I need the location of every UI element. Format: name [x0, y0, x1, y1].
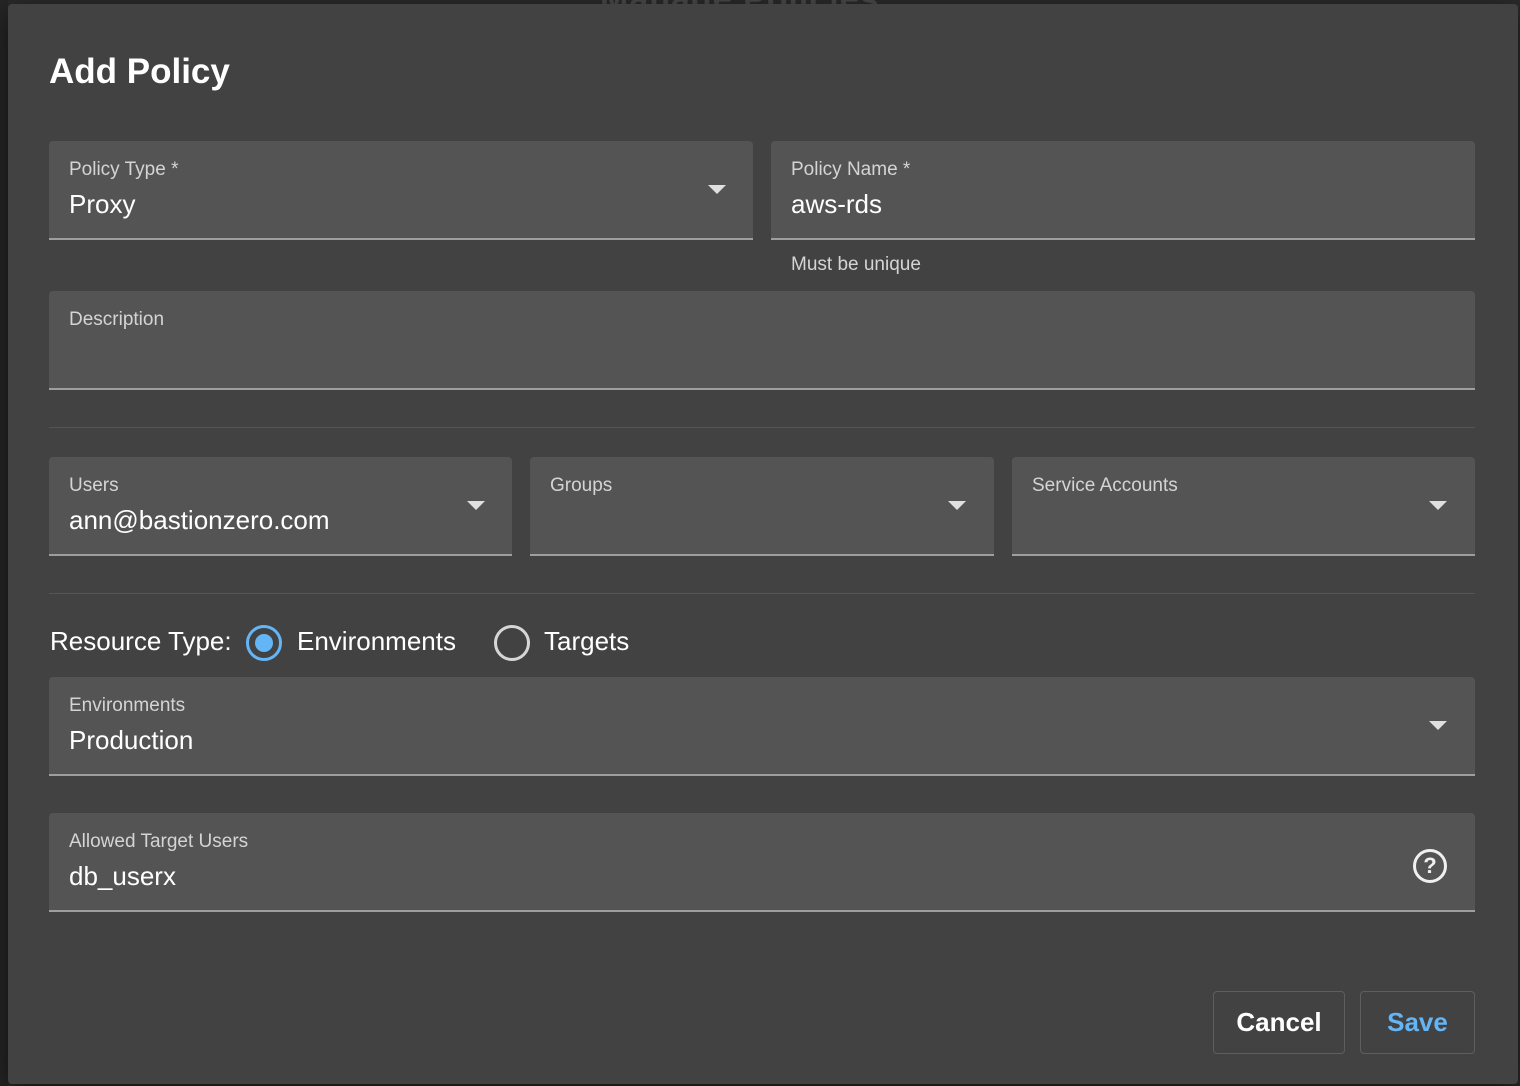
cancel-button[interactable]: Cancel [1213, 991, 1345, 1054]
dialog-title: Add Policy [49, 52, 230, 91]
allowed-target-users-value: db_userx [69, 861, 176, 891]
groups-label: Groups [550, 475, 613, 496]
resource-type-label: Resource Type: [50, 626, 232, 656]
description-field[interactable]: Description [49, 291, 1475, 390]
help-icon[interactable]: ? [1413, 849, 1447, 883]
policy-name-field[interactable]: Policy Name * aws-rds [771, 141, 1475, 240]
radio-targets[interactable] [494, 625, 530, 661]
allowed-target-users-label: Allowed Target Users [69, 831, 249, 852]
radio-targets-label[interactable]: Targets [544, 626, 629, 657]
policy-name-hint: Must be unique [791, 254, 921, 275]
chevron-down-icon [467, 501, 485, 510]
allowed-target-users-field[interactable]: Allowed Target Users db_userx [49, 813, 1475, 912]
policy-type-select[interactable]: Policy Type * Proxy [49, 141, 753, 240]
radio-environments-label[interactable]: Environments [297, 626, 456, 657]
users-value: ann@bastionzero.com [69, 505, 330, 535]
chevron-down-icon [1429, 721, 1447, 730]
save-button[interactable]: Save [1360, 991, 1475, 1054]
backdrop-edge [0, 0, 8, 1086]
section-divider [49, 593, 1475, 594]
environments-label: Environments [69, 695, 186, 716]
chevron-down-icon [708, 185, 726, 194]
policy-type-value: Proxy [69, 189, 136, 219]
policy-name-value: aws-rds [791, 189, 883, 219]
service-accounts-label: Service Accounts [1032, 475, 1178, 496]
description-label: Description [69, 309, 165, 330]
add-policy-dialog: Add Policy Policy Type * Proxy Policy Na… [8, 4, 1518, 1084]
policy-name-label: Policy Name * [791, 159, 911, 180]
service-accounts-select[interactable]: Service Accounts [1012, 457, 1475, 556]
users-label: Users [69, 475, 119, 496]
users-select[interactable]: Users ann@bastionzero.com [49, 457, 512, 556]
policy-type-label: Policy Type * [69, 159, 179, 180]
groups-select[interactable]: Groups [530, 457, 994, 556]
environments-select[interactable]: Environments Production [49, 677, 1475, 776]
environments-value: Production [69, 725, 194, 755]
chevron-down-icon [948, 501, 966, 510]
radio-environments[interactable] [246, 625, 282, 661]
section-divider [49, 427, 1475, 428]
chevron-down-icon [1429, 501, 1447, 510]
